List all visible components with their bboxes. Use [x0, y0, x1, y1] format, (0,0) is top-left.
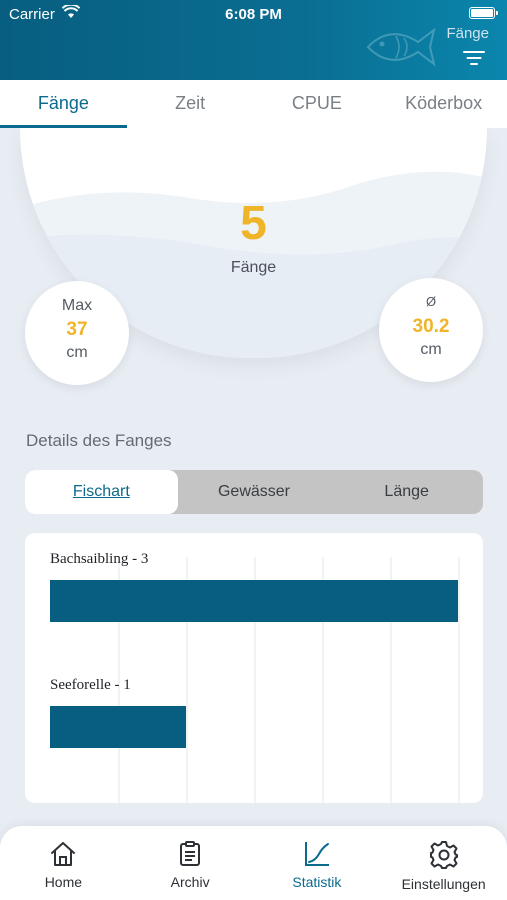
species-bar-chart: Bachsaibling - 3 Seeforelle - 1 — [50, 551, 460, 803]
bar — [50, 706, 186, 748]
bar-label: Seeforelle - 1 — [50, 677, 131, 693]
bottom-nav: Home Archiv Statistik Einstellungen — [0, 826, 507, 900]
avg-label: Ø — [425, 294, 437, 309]
segment-gewaesser[interactable]: Gewässer — [178, 470, 331, 514]
tab-faenge[interactable]: Fänge — [0, 80, 127, 128]
tab-zeit[interactable]: Zeit — [127, 80, 254, 128]
fish-icon — [366, 27, 436, 67]
catch-count: 5 — [240, 197, 267, 250]
max-value: 37 — [66, 319, 88, 340]
chart-curve-icon — [304, 842, 329, 866]
nav-statistik[interactable]: Statistik — [254, 826, 381, 900]
top-tabs: Fänge Zeit CPUE Köderbox — [0, 80, 507, 128]
gear-icon — [429, 841, 458, 869]
nav-einstellungen-label: Einstellungen — [401, 876, 486, 892]
max-unit: cm — [66, 344, 88, 361]
filter-label: Fänge — [446, 25, 489, 42]
tab-koederbox[interactable]: Köderbox — [380, 80, 507, 128]
filter-icon[interactable] — [463, 50, 485, 66]
battery-icon — [469, 7, 498, 19]
avg-value: 30.2 — [412, 316, 450, 337]
avg-length-bubble: Ø 30.2 cm — [379, 278, 483, 382]
nav-einstellungen[interactable]: Einstellungen — [380, 826, 507, 900]
nav-home-label: Home — [44, 874, 83, 890]
segment-laenge[interactable]: Länge — [330, 470, 483, 514]
tab-cpue[interactable]: CPUE — [254, 80, 381, 128]
segment-fischart[interactable]: Fischart — [25, 470, 178, 514]
max-length-bubble: Max 37 cm — [25, 281, 129, 385]
details-title: Details des Fanges — [26, 431, 172, 450]
nav-home[interactable]: Home — [0, 826, 127, 900]
home-icon — [51, 842, 76, 866]
app-header: Carrier 6:08 PM Fänge — [0, 0, 507, 80]
avg-unit: cm — [420, 341, 442, 358]
clipboard-icon — [180, 841, 201, 866]
nav-archiv-label: Archiv — [170, 874, 210, 890]
details-segmented-control: Fischart Gewässer Länge — [25, 470, 483, 514]
bar-label: Bachsaibling - 3 — [50, 551, 148, 567]
species-chart-card: Bachsaibling - 3 Seeforelle - 1 — [25, 533, 483, 803]
bar — [50, 580, 458, 622]
nav-statistik-label: Statistik — [292, 874, 342, 890]
catch-count-label: Fänge — [230, 259, 277, 276]
max-label: Max — [61, 297, 93, 314]
clock: 6:08 PM — [225, 6, 282, 23]
nav-archiv[interactable]: Archiv — [127, 826, 254, 900]
